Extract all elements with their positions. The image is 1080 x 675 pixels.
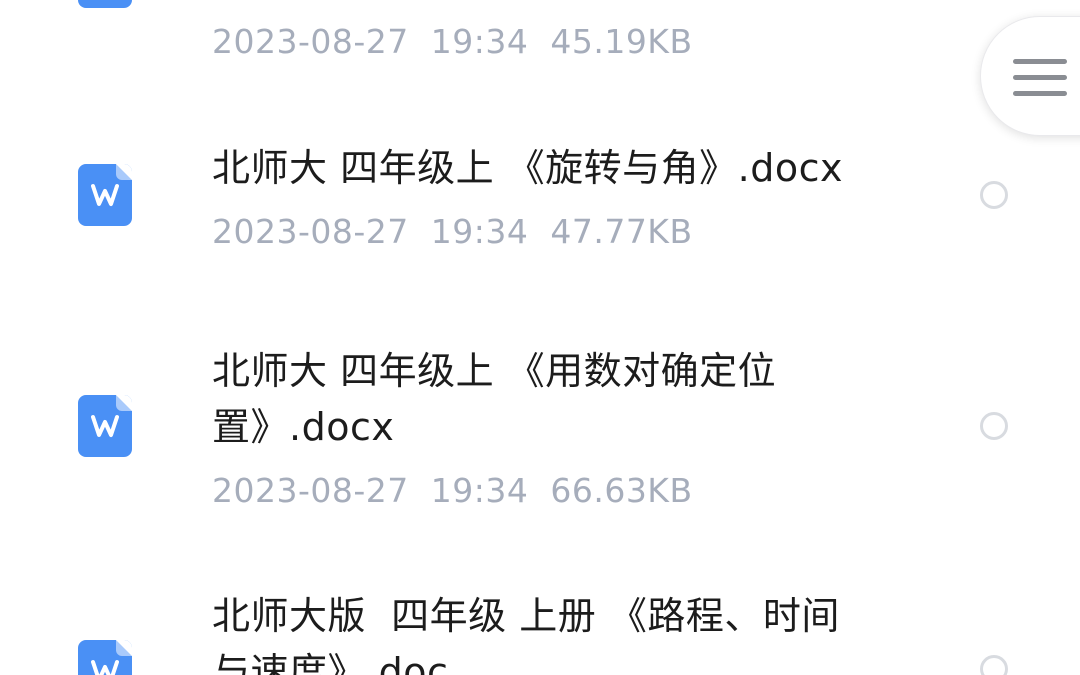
file-list-item[interactable]: 北师大 四年级上 《旋转与角》.docx 2023-08-27 19:34 47… <box>0 130 1080 280</box>
file-name: 北师大 四年级上 《旋转与角》.docx <box>212 146 843 190</box>
file-name: 北师大 四年级上 《用数对确定位 置》.docx <box>212 349 777 449</box>
file-meta: 2023-08-27 19:34 45.19KB <box>212 22 693 61</box>
file-list-item[interactable]: 北师大 四年级上 《用数对确定位 置》.docx 2023-08-27 19:3… <box>0 335 1080 535</box>
word-doc-icon <box>78 0 132 8</box>
select-radio[interactable] <box>980 412 1008 440</box>
file-meta: 2023-08-27 19:34 66.63KB <box>212 471 693 510</box>
file-name: 北师大版 四年级 上册 《路程、时间 与速度》.doc <box>212 594 840 675</box>
select-radio[interactable] <box>980 181 1008 209</box>
file-list-screen: 2023-08-27 19:34 45.19KB 北师大 四年级上 《旋转与角》… <box>0 0 1080 675</box>
word-doc-icon <box>78 164 132 226</box>
file-list-item[interactable]: 北师大版 四年级 上册 《路程、时间 与速度》.doc <box>0 585 1080 675</box>
word-doc-icon <box>78 395 132 457</box>
file-meta: 2023-08-27 19:34 47.77KB <box>212 212 693 251</box>
file-list-item[interactable]: 2023-08-27 19:34 45.19KB <box>0 0 1080 100</box>
select-radio[interactable] <box>980 655 1008 675</box>
word-doc-icon <box>78 640 132 675</box>
